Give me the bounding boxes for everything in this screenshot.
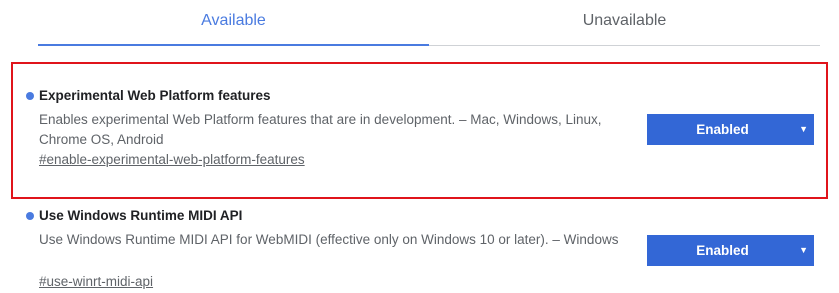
bullet-dot-icon (26, 212, 34, 220)
experiment-item: Experimental Web Platform features Enabl… (25, 88, 825, 167)
tab-available[interactable]: Available (38, 0, 429, 46)
select-value: Enabled (696, 243, 749, 258)
experiment-title: Use Windows Runtime MIDI API (39, 208, 243, 223)
experiment-permalink[interactable]: #enable-experimental-web-platform-featur… (39, 152, 305, 167)
tab-active-indicator (38, 44, 429, 46)
experiment-title: Experimental Web Platform features (39, 88, 271, 103)
select-value: Enabled (696, 122, 749, 137)
experiment-item: Use Windows Runtime MIDI API Use Windows… (25, 208, 825, 289)
tab-divider (429, 45, 820, 46)
experiment-description: Enables experimental Web Platform featur… (39, 112, 602, 147)
tab-bar: Available Unavailable (38, 0, 820, 46)
experiment-state-select[interactable]: Enabled ▼ (647, 114, 814, 145)
dropdown-arrow-icon: ▼ (799, 245, 808, 255)
experiment-state-select[interactable]: Enabled ▼ (647, 235, 814, 266)
dropdown-arrow-icon: ▼ (799, 124, 808, 134)
experiment-permalink[interactable]: #use-winrt-midi-api (39, 274, 153, 289)
bullet-dot-icon (26, 92, 34, 100)
tab-unavailable[interactable]: Unavailable (429, 0, 820, 46)
experiment-description: Use Windows Runtime MIDI API for WebMIDI… (39, 232, 619, 247)
